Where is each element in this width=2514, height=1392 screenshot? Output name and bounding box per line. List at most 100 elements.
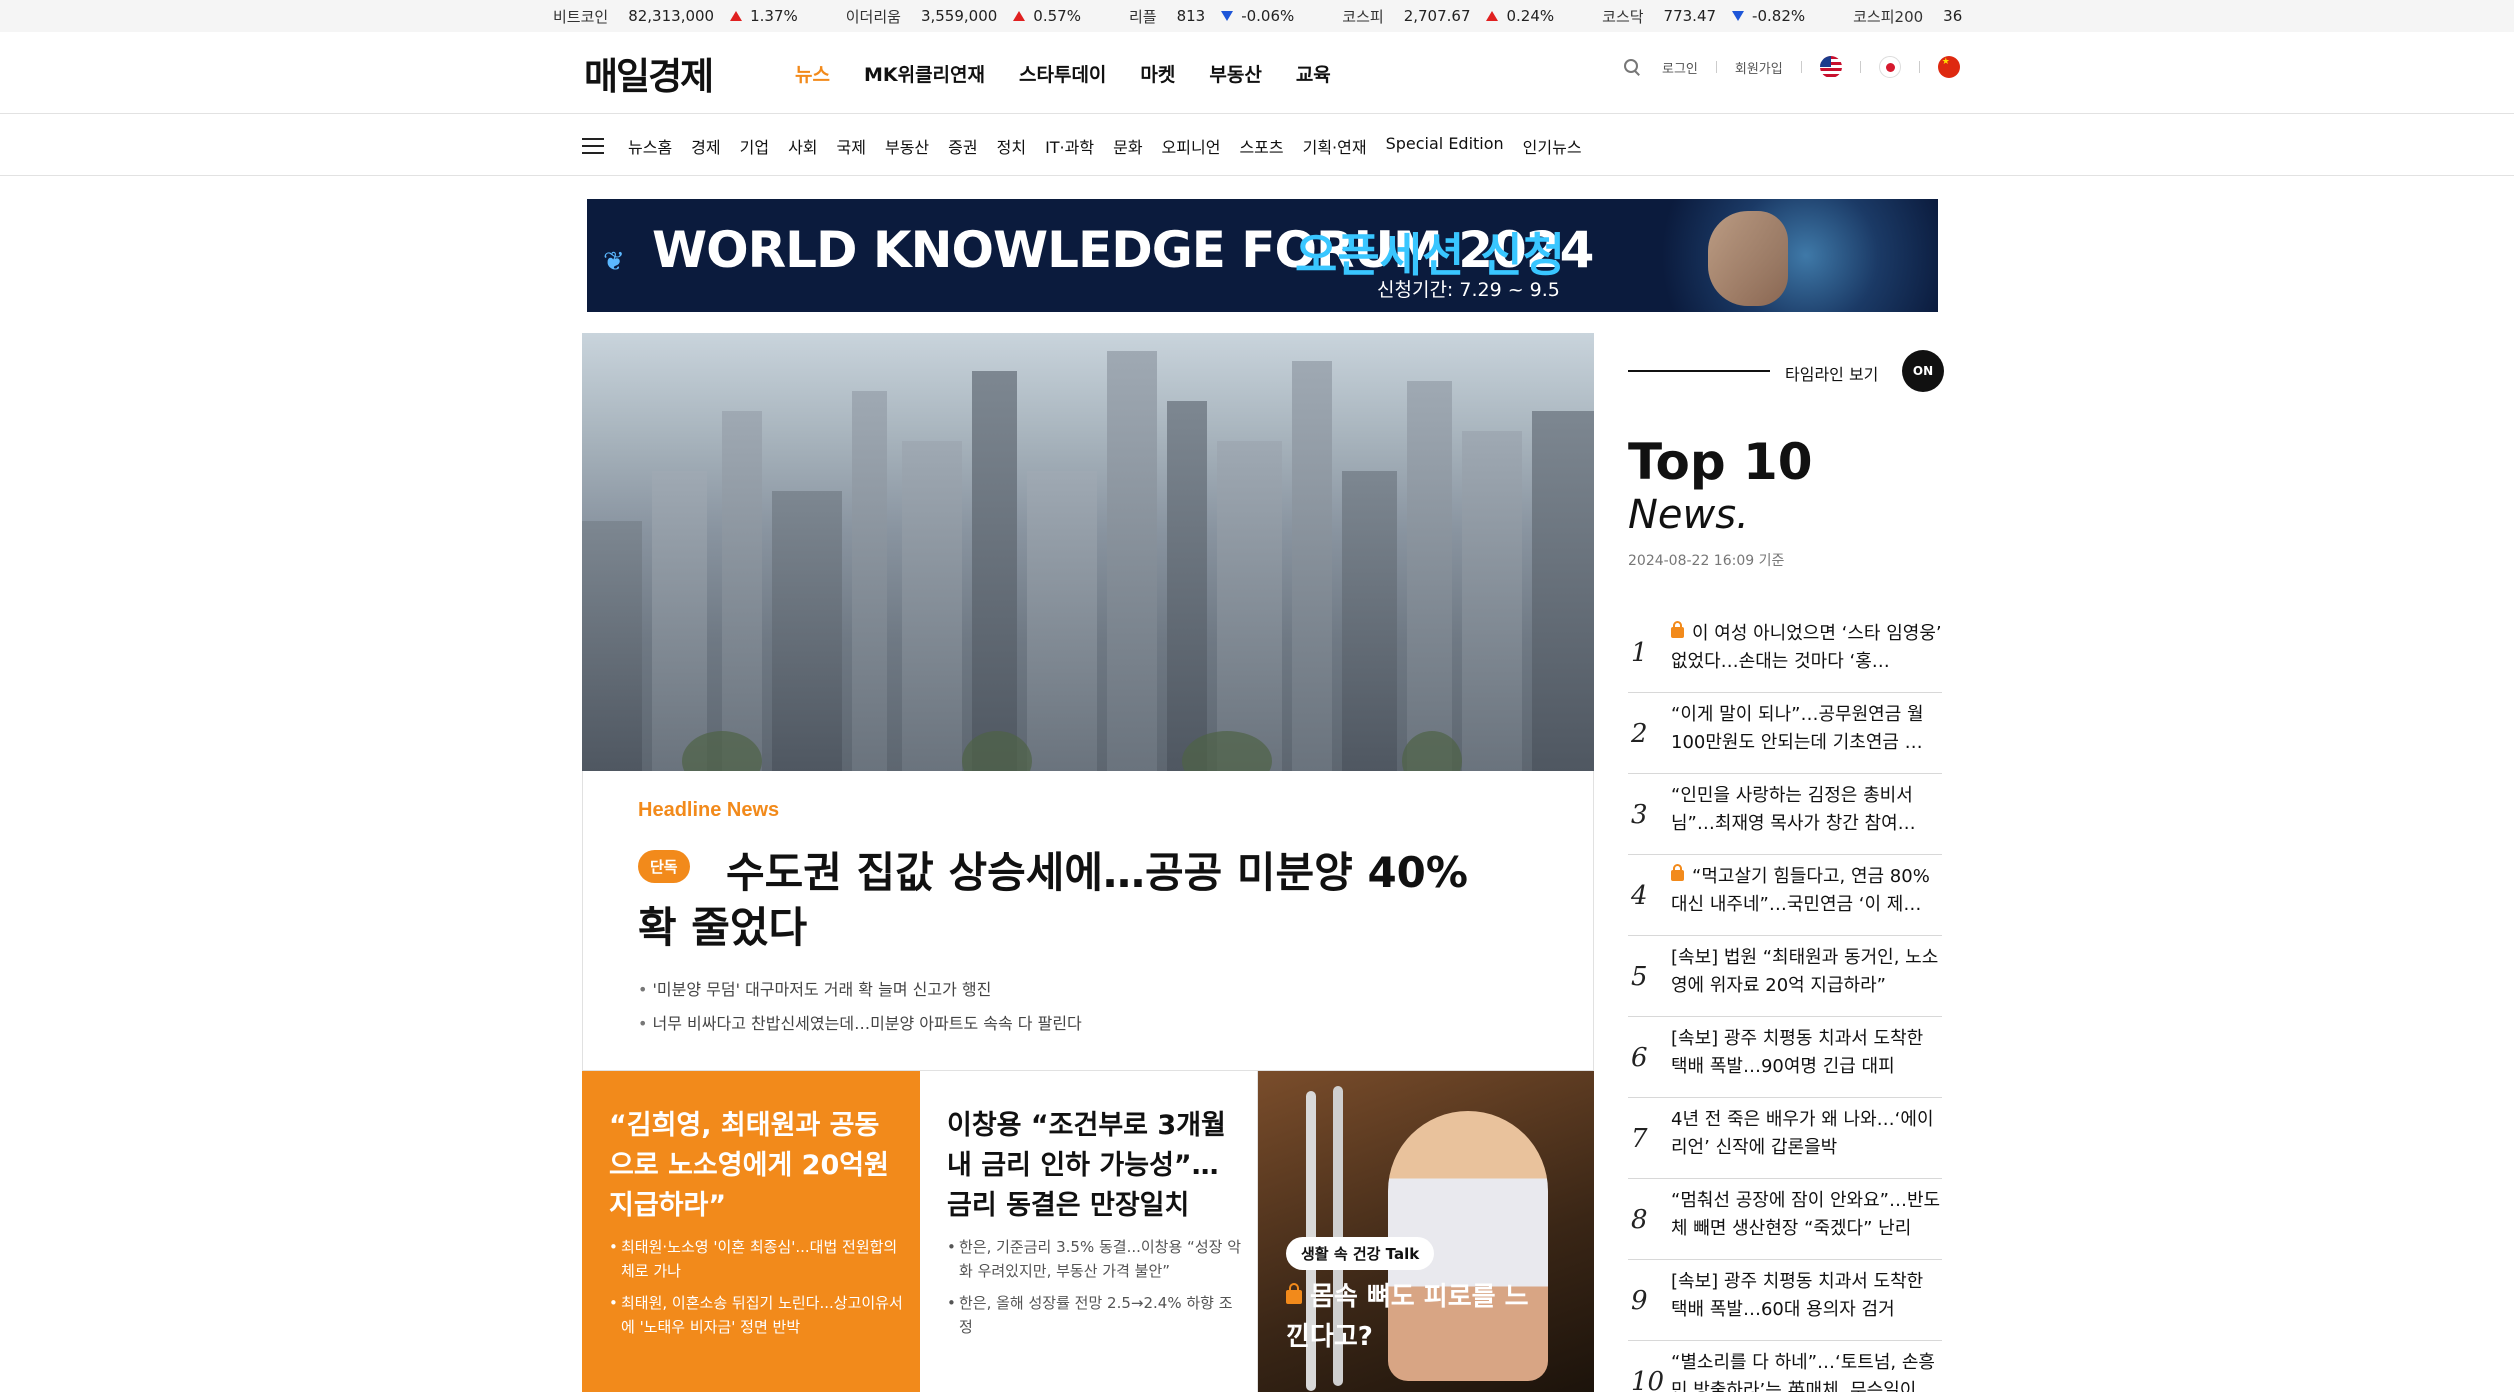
- top10-item[interactable]: 8 “멈춰선 공장에 잠이 안와요”…반도체 빼면 생산현장 “죽겠다” 난리: [1628, 1179, 1942, 1260]
- top10-headline[interactable]: “인민을 사랑하는 김정은 총비서님”…최재영 목사가 창간 참여…: [1671, 782, 1943, 838]
- top10-headline-text: 4년 전 죽은 배우가 왜 나와…‘에이리언’ 신작에 갑론을박: [1671, 1109, 1934, 1158]
- news-card-white[interactable]: 이창용 “조건부로 3개월 내 금리 인하 가능성”…금리 동결은 만장일치 한…: [920, 1071, 1258, 1392]
- up-arrow-icon: [730, 11, 743, 21]
- sub-nav-item[interactable]: 증권: [948, 134, 977, 158]
- sub-nav-item[interactable]: IT·과학: [1045, 134, 1094, 158]
- china-flag-icon[interactable]: [1937, 56, 1960, 78]
- sub-nav-item[interactable]: 경제: [691, 134, 720, 158]
- building-shape: [1462, 431, 1522, 771]
- top10-headline[interactable]: “먹고살기 힘들다고, 연금 80% 대신 내주네”…국민연금 ‘이 제…: [1671, 863, 1943, 919]
- sub-nav-item[interactable]: 부동산: [885, 134, 929, 158]
- ticker-item[interactable]: 이더리움 3,559,000 0.57%: [846, 6, 1081, 27]
- related-link[interactable]: 너무 비싸다고 찬밥신세였는데…미분양 아파트도 속속 다 팔린다: [638, 1007, 1082, 1041]
- related-link[interactable]: 한은, 올해 성장률 전망 2.5→2.4% 하향 조정: [947, 1291, 1242, 1339]
- sub-nav-item[interactable]: 오피니언: [1162, 134, 1221, 158]
- ticker-change-value: 0.57%: [1033, 7, 1081, 25]
- top10-headline[interactable]: 4년 전 죽은 배우가 왜 나와…‘에이리언’ 신작에 갑론을박: [1671, 1106, 1943, 1162]
- sub-nav-item[interactable]: 기업: [740, 134, 769, 158]
- timeline-toggle[interactable]: 타임라인 보기 ON: [1628, 350, 1944, 392]
- news-card-photo[interactable]: 생활 속 건강 Talk 몸속 뼈도 피로를 느낀다고?: [1258, 1071, 1594, 1392]
- news-card-orange[interactable]: “김희영, 최태원과 공동으로 노소영에게 20억원 지급하라” 최태원·노소영…: [582, 1071, 920, 1392]
- top10-headline[interactable]: [속보] 광주 치평동 치과서 도착한 택배 폭발…90여명 긴급 대피: [1671, 1025, 1943, 1081]
- nav-item[interactable]: MK위클리연재: [864, 60, 985, 87]
- nav-item[interactable]: 마켓: [1140, 60, 1175, 87]
- top10-item[interactable]: 5 [속보] 법원 “최태원과 동거인, 노소영에 위자료 20억 지급하라”: [1628, 936, 1942, 1017]
- headline-label: Headline News: [638, 799, 780, 821]
- ticker-item[interactable]: 코스피200369.100.24%: [1853, 6, 1963, 27]
- butterfly-icon: ❦: [603, 247, 625, 277]
- related-link[interactable]: 한은, 기준금리 3.5% 동결...이창용 “성장 악화 우려있지만, 부동산…: [947, 1235, 1242, 1283]
- top10-headline[interactable]: 이 여성 아니었으면 ‘스타 임영웅’ 없었다…손대는 것마다 ‘홍…: [1671, 620, 1943, 676]
- card-related: 한은, 기준금리 3.5% 동결...이창용 “성장 악화 우려있지만, 부동산…: [947, 1235, 1242, 1347]
- divider: [1715, 61, 1717, 73]
- related-link[interactable]: 최태원, 이혼소송 뒤집기 노린다...상고이유서에 '노태우 비자금' 정면 …: [609, 1291, 904, 1339]
- top10-title: Top 10: [1628, 433, 1813, 491]
- ticker-change-value: 0.24%: [1506, 7, 1555, 25]
- ticker-price: 369.10: [1943, 7, 1963, 25]
- nav-item[interactable]: 부동산: [1209, 60, 1261, 87]
- toggle-on-button[interactable]: ON: [1902, 350, 1944, 392]
- top10-headline[interactable]: [속보] 광주 치평동 치과서 도착한 택배 폭발…60대 용의자 검거: [1671, 1268, 1943, 1324]
- sub-nav-item[interactable]: 인기뉴스: [1523, 134, 1582, 158]
- headline-image[interactable]: [582, 333, 1594, 771]
- us-flag-icon[interactable]: [1819, 56, 1842, 78]
- related-link[interactable]: 최태원·노소영 '이혼 최종심'...대법 전원합의체로 가나: [609, 1235, 904, 1283]
- search-icon[interactable]: [1624, 59, 1640, 75]
- sub-nav-item[interactable]: 국제: [837, 134, 866, 158]
- nav-item[interactable]: 뉴스: [795, 60, 830, 87]
- up-arrow-icon: [1013, 11, 1026, 21]
- top10-headline[interactable]: [속보] 법원 “최태원과 동거인, 노소영에 위자료 20억 지급하라”: [1671, 944, 1943, 1000]
- sub-nav-item[interactable]: 스포츠: [1239, 134, 1283, 158]
- ticker-change: 0.24%: [1486, 7, 1554, 25]
- rank-number: 4: [1631, 881, 1648, 911]
- top10-headline-text: “먹고살기 힘들다고, 연금 80% 대신 내주네”…국민연금 ‘이 제…: [1671, 866, 1930, 915]
- sub-nav-item[interactable]: Special Edition: [1386, 134, 1504, 158]
- ticker-change: -0.06%: [1221, 7, 1294, 25]
- timeline-label: 타임라인 보기: [1785, 365, 1879, 384]
- ticker-item[interactable]: 비트코인 82,313,000 1.37%: [553, 6, 798, 27]
- building-shape: [852, 391, 887, 771]
- ticker-track: 비트코인 82,313,000 1.37% 이더리움 3,559,000 0.57% 리플 8…: [553, 0, 1963, 32]
- site-logo[interactable]: 매일경제: [584, 46, 714, 100]
- japan-flag-icon[interactable]: [1878, 56, 1901, 78]
- top10-item[interactable]: 4 “먹고살기 힘들다고, 연금 80% 대신 내주네”…국민연금 ‘이 제…: [1628, 855, 1942, 936]
- top10-item[interactable]: 10 “별소리를 다 하네”…‘토트넘, 손흥민 방출하라’는 英매체, 무슨일이: [1628, 1341, 1942, 1392]
- divider: [1918, 61, 1920, 73]
- ticker-item[interactable]: 코스닥 773.47 -0.82%: [1602, 6, 1805, 27]
- headline-title[interactable]: 수도권 집값 상승세에…공공 미분양 40% 확 줄었다: [638, 845, 1498, 955]
- top10-headline-text: [속보] 광주 치평동 치과서 도착한 택배 폭발…60대 용의자 검거: [1671, 1271, 1924, 1320]
- signup-link[interactable]: 회원가입: [1735, 58, 1783, 77]
- sub-nav-item[interactable]: 뉴스홈: [628, 134, 672, 158]
- top10-item[interactable]: 1 이 여성 아니었으면 ‘스타 임영웅’ 없었다…손대는 것마다 ‘홍…: [1628, 612, 1942, 693]
- top10-item[interactable]: 3 “인민을 사랑하는 김정은 총비서님”…최재영 목사가 창간 참여…: [1628, 774, 1942, 855]
- sub-nav-item[interactable]: 기획·연재: [1303, 134, 1367, 158]
- ticker-item[interactable]: 리플 813 -0.06%: [1129, 6, 1294, 27]
- ticker-item[interactable]: 코스피 2,707.67 0.24%: [1342, 6, 1554, 27]
- sub-nav-item[interactable]: 사회: [788, 134, 817, 158]
- building-shape: [1027, 471, 1097, 771]
- card-title[interactable]: 이창용 “조건부로 3개월 내 금리 인하 가능성”…금리 동결은 만장일치: [947, 1106, 1237, 1226]
- card-title[interactable]: “김희영, 최태원과 공동으로 노소영에게 20억원 지급하라”: [609, 1106, 899, 1226]
- top10-headline[interactable]: “이게 말이 되나”…공무원연금 월 100만원도 안되는데 기초연금 …: [1671, 701, 1943, 757]
- building-shape: [1217, 441, 1282, 771]
- banner-figure: [1708, 211, 1788, 306]
- card-title[interactable]: 몸속 뼈도 피로를 느낀다고?: [1286, 1277, 1536, 1357]
- building-shape: [722, 411, 762, 771]
- down-arrow-icon: [1732, 11, 1745, 21]
- top10-item[interactable]: 6 [속보] 광주 치평동 치과서 도착한 택배 폭발…90여명 긴급 대피: [1628, 1017, 1942, 1098]
- top10-item[interactable]: 2 “이게 말이 되나”…공무원연금 월 100만원도 안되는데 기초연금 …: [1628, 693, 1942, 774]
- login-link[interactable]: 로그인: [1662, 58, 1698, 77]
- top10-headline[interactable]: “멈춰선 공장에 잠이 안와요”…반도체 빼면 생산현장 “죽겠다” 난리: [1671, 1187, 1943, 1243]
- sub-nav-item[interactable]: 정치: [997, 134, 1026, 158]
- top10-item[interactable]: 7 4년 전 죽은 배우가 왜 나와…‘에이리언’ 신작에 갑론을박: [1628, 1098, 1942, 1179]
- related-link[interactable]: '미분양 무덤' 대구마저도 거래 확 늘며 신고가 행진: [638, 973, 1082, 1007]
- ad-banner[interactable]: ❦ WORLD KNOWLEDGE FORUM 2024 오픈세션 신청 신청기…: [587, 199, 1938, 312]
- sub-nav: 뉴스홈 경제 기업 사회 국제 부동산 증권 정치 IT·과학 문화 오피니언 스포츠 기획·연재 Spe…: [0, 114, 2514, 176]
- top10-item[interactable]: 9 [속보] 광주 치평동 치과서 도착한 택배 폭발…60대 용의자 검거: [1628, 1260, 1942, 1341]
- nav-item[interactable]: 교육: [1296, 60, 1331, 87]
- menu-icon[interactable]: [582, 138, 604, 154]
- top10-headline[interactable]: “별소리를 다 하네”…‘토트넘, 손흥민 방출하라’는 英매체, 무슨일이: [1671, 1349, 1943, 1392]
- sub-nav-item[interactable]: 문화: [1113, 134, 1142, 158]
- nav-item[interactable]: 스타투데이: [1019, 60, 1106, 87]
- header: 매일경제 뉴스 MK위클리연재 스타투데이 마켓 부동산 교육 로그인 회원가입: [0, 32, 2514, 114]
